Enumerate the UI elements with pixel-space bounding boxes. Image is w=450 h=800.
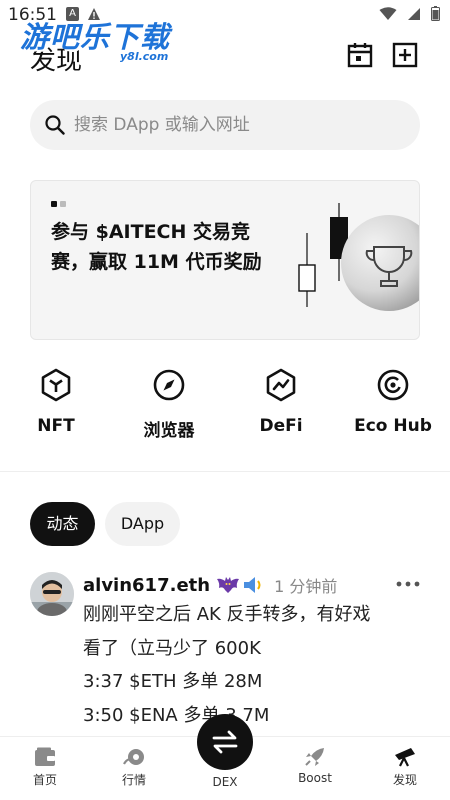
author-badges (216, 575, 264, 595)
calendar-icon (347, 43, 373, 68)
nav-label: 行情 (121, 773, 146, 787)
carousel-indicator (51, 201, 66, 207)
wifi-icon (379, 6, 397, 20)
quick-link-defi[interactable]: DeFi (231, 368, 331, 436)
nav-discover[interactable]: 发现 (370, 747, 440, 788)
market-icon (123, 749, 144, 765)
dex-swap-button[interactable] (197, 714, 253, 770)
avatar[interactable] (30, 572, 74, 616)
quick-link-browser[interactable]: 浏览器 (119, 368, 219, 441)
more-dots-icon (396, 581, 420, 587)
eco-hub-icon (377, 369, 409, 401)
tab-dapp[interactable]: DApp (105, 502, 180, 546)
search-bar[interactable] (30, 100, 420, 150)
trophy-chart-illustration (298, 203, 419, 311)
wallet-icon (35, 747, 55, 766)
signal-icon (408, 7, 420, 20)
post-line: 刚刚平空之后 AK 反手转多，有好戏 (83, 604, 371, 625)
nav-boost[interactable]: Boost (280, 747, 350, 785)
nav-label: Boost (298, 771, 332, 785)
rocket-icon (305, 748, 324, 766)
quick-link-label: DeFi (259, 416, 303, 436)
quick-link-nft[interactable]: NFT (6, 368, 106, 436)
quick-link-label: 浏览器 (143, 421, 195, 441)
compass-icon (153, 369, 185, 401)
plus-square-icon (392, 42, 418, 68)
battery-icon (431, 6, 440, 21)
speaker-icon (244, 577, 261, 593)
nav-label: 首页 (32, 773, 57, 787)
post-author[interactable]: alvin617.eth (83, 575, 210, 596)
swap-icon (212, 730, 238, 754)
defi-chart-icon (266, 368, 296, 402)
promo-banner[interactable]: 参与 $AITECH 交易竞赛，赢取 11M 代币奖励 (30, 180, 420, 340)
nft-hexagon-icon (41, 368, 71, 402)
search-icon (45, 115, 65, 135)
post-line: 3:37 $ETH 多单 28M (83, 671, 263, 692)
status-system-icons (379, 6, 440, 21)
user-avatar-image (30, 572, 74, 616)
nav-label: DEX (212, 775, 238, 789)
carousel-dot (60, 201, 66, 207)
telescope-icon (395, 748, 415, 767)
search-input[interactable] (74, 115, 394, 135)
post-timestamp: 1 分钟前 (274, 577, 338, 596)
nav-market[interactable]: 行情 (99, 747, 169, 788)
watermark-domain: y8l.com (120, 50, 169, 63)
post-content[interactable]: 刚刚平空之后 AK 反手转多，有好戏 看了（立马少了 600K 3:37 $ET… (83, 598, 371, 732)
post-header: alvin617.eth 1 分钟前 (83, 573, 337, 597)
tab-feed[interactable]: 动态 (30, 502, 95, 546)
carousel-dot-active (51, 201, 57, 207)
banner-text: 参与 $AITECH 交易竞赛，赢取 11M 代币奖励 (51, 221, 262, 273)
nav-label: 发现 (392, 773, 417, 787)
more-options-button[interactable] (395, 576, 421, 592)
quick-link-label: Eco Hub (354, 416, 432, 436)
nav-home[interactable]: 首页 (10, 747, 80, 788)
quick-link-label: NFT (37, 416, 75, 436)
add-button[interactable] (392, 42, 418, 68)
post-line: 看了（立马少了 600K (83, 637, 261, 659)
calendar-button[interactable] (347, 42, 373, 68)
quick-link-eco-hub[interactable]: Eco Hub (343, 368, 443, 436)
bat-badge-icon (217, 577, 240, 593)
watermark-logo: 游吧乐下载 y8l.com (20, 14, 190, 66)
section-divider (0, 471, 450, 472)
